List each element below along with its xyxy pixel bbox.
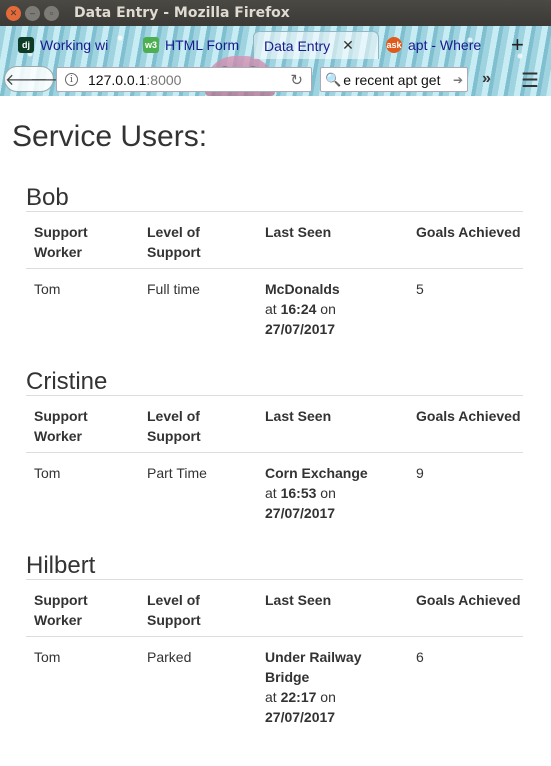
table-row: Tom Part Time Corn Exchange at 16:53 on … — [26, 453, 523, 523]
table-header-row: Support Worker Level of Support Last See… — [26, 396, 523, 453]
tab-apt-where[interactable]: ask apt - Where — [386, 31, 490, 59]
column-header-level: Level of Support — [147, 408, 201, 444]
on-text: on — [320, 689, 336, 705]
browser-chrome: dj Working wi w3 HTML Form Data Entry ✕ … — [0, 26, 551, 96]
search-go-arrow-icon[interactable]: ➔ — [452, 72, 463, 87]
level-cell: Part Time — [147, 465, 207, 481]
support-worker-cell: Tom — [34, 649, 61, 665]
table-row: Tom Full time McDonalds at 16:24 on 27/0… — [26, 269, 523, 339]
last-seen-cell: Corn Exchange at 16:53 on 27/07/2017 — [257, 463, 408, 523]
tab-html-form[interactable]: w3 HTML Form — [143, 31, 241, 59]
close-tab-icon[interactable]: ✕ — [342, 37, 354, 54]
page-title: Service Users: — [12, 120, 208, 153]
goals-cell: 5 — [416, 281, 424, 297]
at-text: at — [265, 485, 277, 501]
django-favicon-icon: dj — [18, 37, 34, 53]
service-user-card: Hilbert Support Worker Level of Support … — [26, 552, 523, 727]
level-cell: Parked — [147, 649, 192, 665]
level-cell: Full time — [147, 281, 200, 297]
at-text: at — [265, 689, 277, 705]
user-name: Cristine — [26, 368, 523, 396]
tab-data-entry[interactable]: Data Entry ✕ — [253, 31, 379, 59]
last-seen-cell: McDonalds at 16:24 on 27/07/2017 — [257, 279, 408, 339]
askubuntu-favicon-icon: ask — [386, 37, 402, 53]
overflow-chevron-icon[interactable]: » — [482, 70, 491, 88]
table-header-row: Support Worker Level of Support Last See… — [26, 212, 523, 269]
tab-strip: dj Working wi w3 HTML Form Data Entry ✕ … — [0, 26, 551, 62]
column-header-support-worker: Support Worker — [34, 224, 88, 260]
hamburger-menu-icon[interactable]: ☰ — [521, 68, 539, 93]
column-header-last-seen: Last Seen — [265, 408, 332, 424]
last-seen-time: 22:17 — [280, 689, 317, 705]
goals-cell: 6 — [416, 649, 424, 665]
column-header-support-worker: Support Worker — [34, 408, 88, 444]
goals-cell: 9 — [416, 465, 424, 481]
column-header-goals: Goals Achieved — [416, 408, 521, 424]
back-forward-group: 🡐 🡒 — [4, 66, 73, 92]
table-header-row: Support Worker Level of Support Last See… — [26, 580, 523, 637]
last-seen-time: 16:24 — [280, 301, 317, 317]
user-name: Bob — [26, 184, 523, 212]
service-user-card: Bob Support Worker Level of Support Last… — [26, 184, 523, 339]
minimize-window-button[interactable]: – — [25, 5, 40, 21]
maximize-window-button[interactable]: ▫ — [44, 5, 59, 21]
nav-toolbar: 🡐 🡒 i 127.0.0.1:8000 ↻ 🔍 e recent apt ge… — [0, 62, 551, 96]
last-seen-cell: Under Railway Bridge at 22:17 on 27/07/2… — [257, 647, 408, 727]
forward-arrow-icon[interactable]: 🡒 — [30, 69, 73, 90]
close-window-button[interactable]: ✕ — [6, 5, 21, 21]
service-user-card: Cristine Support Worker Level of Support… — [26, 368, 523, 523]
last-seen-date: 27/07/2017 — [265, 709, 336, 725]
column-header-last-seen: Last Seen — [265, 224, 332, 240]
last-seen-place: Under Railway Bridge — [265, 649, 362, 685]
last-seen-time: 16:53 — [280, 485, 317, 501]
page-content: Service Users: Bob Support Worker Level … — [0, 96, 551, 766]
column-header-support-worker: Support Worker — [34, 592, 88, 628]
reload-icon[interactable]: ↻ — [290, 71, 303, 89]
last-seen-place: Corn Exchange — [265, 465, 368, 481]
on-text: on — [320, 485, 336, 501]
last-seen-date: 27/07/2017 — [265, 321, 336, 337]
support-worker-cell: Tom — [34, 281, 61, 297]
tab-label: apt - Where — [408, 37, 482, 53]
last-seen-date: 27/07/2017 — [265, 505, 336, 521]
url-bar[interactable]: i 127.0.0.1:8000 ↻ — [56, 67, 312, 92]
column-header-level: Level of Support — [147, 224, 201, 260]
new-tab-button[interactable]: + — [511, 32, 524, 58]
tab-label: HTML Form — [165, 37, 240, 53]
support-worker-cell: Tom — [34, 465, 61, 481]
last-seen-place: McDonalds — [265, 281, 340, 297]
w3schools-favicon-icon: w3 — [143, 37, 159, 53]
tab-label: Working wi — [40, 37, 109, 53]
on-text: on — [320, 301, 336, 317]
search-input[interactable]: 🔍 e recent apt get ➔ — [320, 67, 468, 92]
tab-working-with[interactable]: dj Working wi — [18, 31, 126, 59]
column-header-goals: Goals Achieved — [416, 224, 521, 240]
search-icon: 🔍 — [325, 71, 342, 87]
table-row: Tom Parked Under Railway Bridge at 22:17… — [26, 637, 523, 727]
search-text: e recent apt get — [343, 71, 441, 88]
window-titlebar: ✕ – ▫ Data Entry - Mozilla Firefox — [0, 0, 551, 26]
tab-label: Data Entry — [264, 37, 331, 54]
url-port: :8000 — [146, 71, 182, 88]
user-name: Hilbert — [26, 552, 523, 580]
back-arrow-icon[interactable]: 🡐 — [5, 69, 48, 90]
column-header-level: Level of Support — [147, 592, 201, 628]
window-title: Data Entry - Mozilla Firefox — [74, 5, 290, 21]
at-text: at — [265, 301, 277, 317]
url-host: 127.0.0.1 — [88, 71, 147, 88]
column-header-last-seen: Last Seen — [265, 592, 332, 608]
column-header-goals: Goals Achieved — [416, 592, 521, 608]
info-icon[interactable]: i — [65, 73, 78, 86]
